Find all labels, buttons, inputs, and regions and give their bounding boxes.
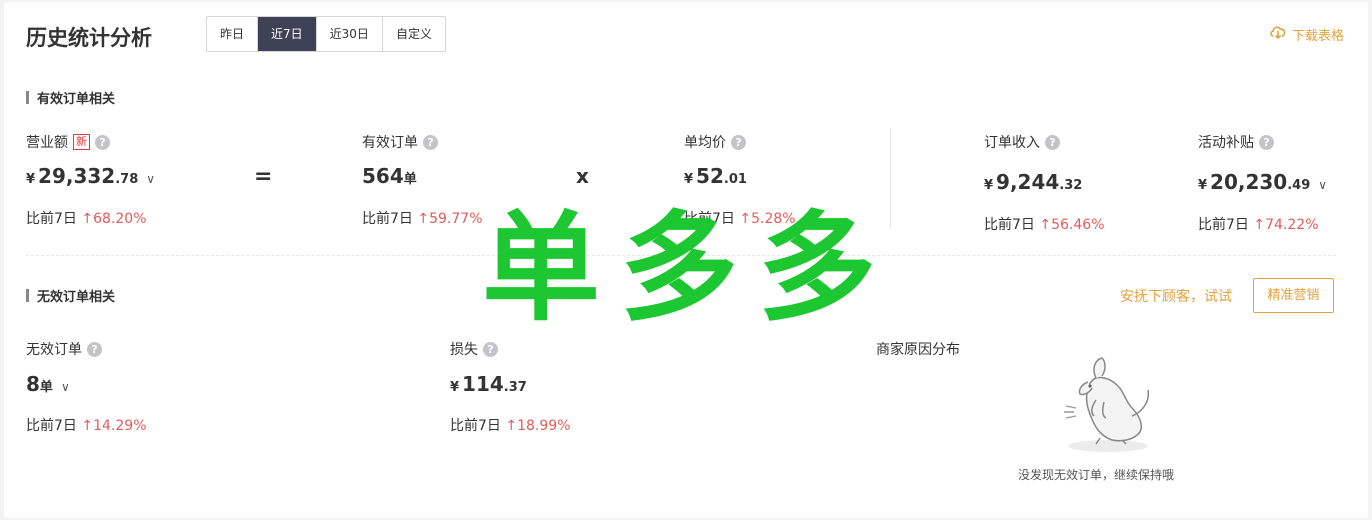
- tab-7-days[interactable]: 近7日: [258, 17, 317, 51]
- loss-int: 114: [462, 372, 504, 396]
- compare-label: 比前7日: [26, 418, 77, 434]
- metric-valid-orders-compare: 比前7日 ↑59.77%: [362, 208, 483, 228]
- up-arrow-icon: ↑: [1253, 217, 1266, 233]
- metric-loss-value: ¥ 114 .37: [450, 372, 527, 396]
- compare-label: 比前7日: [1198, 217, 1249, 233]
- download-table-button[interactable]: 下载表格: [1269, 24, 1344, 44]
- change-value: 14.29%: [93, 418, 147, 434]
- metric-invalid-orders-value: 8 单 ∨: [26, 372, 70, 396]
- subsidy-int: 20,230: [1210, 170, 1288, 194]
- metric-order-income-label: 订单收入 ?: [984, 132, 1060, 152]
- invalid-orders-unit: 单: [39, 380, 53, 395]
- subsidy-dec: .49: [1287, 178, 1311, 193]
- metric-invalid-orders-compare: 比前7日 ↑14.29%: [26, 415, 147, 435]
- help-icon[interactable]: ?: [95, 134, 110, 150]
- change-value: 59.77%: [429, 211, 483, 227]
- orders-value: 564: [362, 164, 404, 188]
- compare-label: 比前7日: [362, 211, 413, 227]
- revenue-dec: .78: [115, 172, 139, 187]
- income-dec: .32: [1059, 178, 1083, 193]
- compare-label: 比前7日: [984, 217, 1035, 233]
- help-icon[interactable]: ?: [731, 134, 746, 150]
- date-range-tabs: 昨日 近7日 近30日 自定义: [206, 16, 446, 52]
- help-icon[interactable]: ?: [87, 341, 102, 357]
- page-title: 历史统计分析: [26, 26, 152, 50]
- section-valid-orders-title: 有效订单相关: [26, 88, 115, 107]
- up-arrow-icon: ↑: [81, 418, 94, 434]
- change-value: 56.46%: [1051, 217, 1105, 233]
- up-arrow-icon: ↑: [81, 211, 94, 227]
- help-icon[interactable]: ?: [1259, 134, 1274, 150]
- help-icon[interactable]: ?: [1045, 134, 1060, 150]
- metric-order-income-value: ¥ 9,244 .32: [984, 170, 1082, 194]
- yen-symbol: ¥: [984, 178, 994, 193]
- compare-label: 比前7日: [450, 418, 501, 434]
- chevron-down-icon[interactable]: ∨: [1318, 178, 1327, 192]
- download-label: 下载表格: [1291, 28, 1344, 44]
- avg-price-label-text: 单均价: [684, 135, 726, 151]
- cloud-download-icon: [1269, 24, 1287, 44]
- orders-unit: 单: [403, 172, 417, 187]
- up-arrow-icon: ↑: [417, 211, 430, 227]
- tab-yesterday[interactable]: 昨日: [207, 17, 259, 51]
- invalid-orders-value: 8: [26, 372, 40, 396]
- soothe-customers-link[interactable]: 安抚下顾客，试试: [1120, 286, 1232, 306]
- orders-label-text: 有效订单: [362, 135, 418, 151]
- section-marker: [26, 91, 29, 104]
- precision-marketing-button[interactable]: 精准营销: [1253, 278, 1334, 313]
- change-value: 18.99%: [517, 418, 571, 434]
- metric-order-income-compare: 比前7日 ↑56.46%: [984, 214, 1105, 234]
- metric-loss-compare: 比前7日 ↑18.99%: [450, 415, 571, 435]
- new-badge: 新: [73, 134, 90, 150]
- chevron-down-icon[interactable]: ∨: [146, 172, 155, 186]
- empty-kangaroo-illustration: [1056, 352, 1156, 462]
- yen-symbol: ¥: [1198, 178, 1208, 193]
- up-arrow-icon: ↑: [505, 418, 518, 434]
- metric-revenue-label: 营业额 新 ?: [26, 132, 110, 152]
- equals-sign: =: [254, 164, 273, 189]
- invalid-orders-label-text: 无效订单: [26, 342, 82, 358]
- loss-label-text: 损失: [450, 342, 478, 358]
- empty-state-text: 没发现无效订单，继续保持哦: [1018, 468, 1175, 482]
- section-marker: [26, 289, 29, 302]
- help-icon[interactable]: ?: [483, 341, 498, 357]
- metric-revenue-value: ¥ 29,332 .78 ∨: [26, 164, 155, 188]
- metric-revenue-compare: 比前7日 ↑68.20%: [26, 208, 147, 228]
- income-int: 9,244: [996, 170, 1060, 194]
- metric-valid-orders-value: 564 单: [362, 164, 417, 188]
- chevron-down-icon[interactable]: ∨: [61, 380, 70, 394]
- section-invalid-orders-label: 无效订单相关: [37, 290, 116, 305]
- section-invalid-orders-title: 无效订单相关: [26, 286, 115, 305]
- pinduoduo-watermark: 单多多: [482, 199, 897, 337]
- compare-label: 比前7日: [26, 211, 77, 227]
- up-arrow-icon: ↑: [1039, 217, 1052, 233]
- metric-valid-orders-label: 有效订单 ?: [362, 132, 438, 152]
- metric-subsidy-label: 活动补贴 ?: [1198, 132, 1274, 152]
- metric-subsidy-compare: 比前7日 ↑74.22%: [1198, 214, 1319, 234]
- page-panel: 历史统计分析 昨日 近7日 近30日 自定义 下载表格 有效订单相关 营业额 新…: [4, 2, 1368, 518]
- help-icon[interactable]: ?: [423, 134, 438, 150]
- loss-dec: .37: [503, 380, 527, 395]
- yen-symbol: ¥: [450, 380, 460, 395]
- section-valid-orders-label: 有效订单相关: [37, 92, 116, 107]
- revenue-int: 29,332: [38, 164, 116, 188]
- metric-avg-price-label: 单均价 ?: [684, 132, 746, 152]
- subsidy-label-text: 活动补贴: [1198, 135, 1254, 151]
- income-label-text: 订单收入: [984, 135, 1040, 151]
- tab-30-days[interactable]: 近30日: [317, 17, 383, 51]
- yen-symbol: ¥: [26, 172, 36, 187]
- revenue-label-text: 营业额: [26, 135, 68, 151]
- tab-custom[interactable]: 自定义: [383, 17, 445, 51]
- change-value: 68.20%: [93, 211, 147, 227]
- metric-invalid-orders-label: 无效订单 ?: [26, 339, 102, 359]
- metric-subsidy-value: ¥ 20,230 .49 ∨: [1198, 170, 1327, 194]
- change-value: 74.22%: [1265, 217, 1319, 233]
